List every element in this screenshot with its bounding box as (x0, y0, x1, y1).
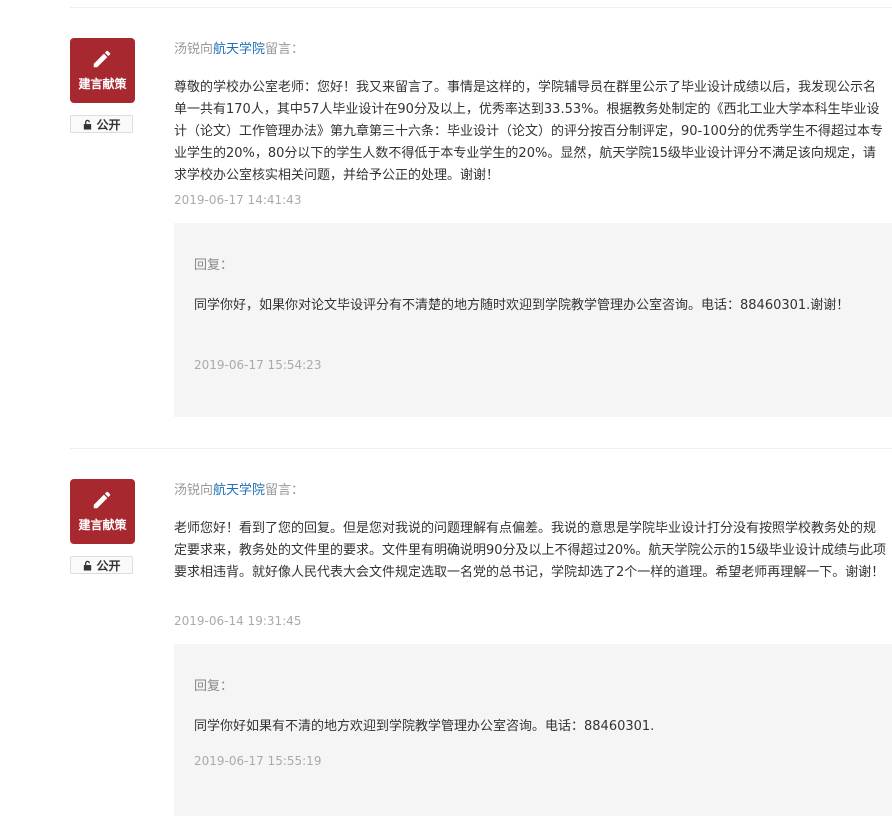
category-badge: 建言献策 (70, 38, 135, 103)
reply-box: 回复： 同学你好如果有不清的地方欢迎到学院教学管理办公室咨询。电话：884603… (174, 644, 892, 816)
message-header: 汤锐向航天学院留言： (174, 38, 304, 57)
header-suffix: 留言： (265, 42, 305, 57)
unlock-icon (84, 119, 92, 130)
pencil-icon (93, 50, 111, 68)
category-badge: 建言献策 (70, 479, 135, 544)
reply-label: 回复： (194, 679, 234, 694)
pencil-icon (93, 491, 111, 509)
reply-label: 回复： (194, 258, 234, 273)
college-link[interactable]: 航天学院 (213, 483, 265, 498)
visibility-label: 公开 (96, 117, 121, 132)
category-label: 建言献策 (78, 77, 127, 91)
visibility-badge: 公开 (70, 556, 133, 574)
message-header: 汤锐向航天学院留言： (174, 479, 304, 498)
reply-time: 2019-06-17 15:55:19 (194, 754, 322, 768)
author-name: 汤锐向 (174, 483, 214, 498)
reply-content: 同学你好，如果你对论文毕设评分有不清楚的地方随时欢迎到学院教学管理办公室咨询。电… (194, 298, 850, 313)
category-label: 建言献策 (78, 518, 127, 532)
message-divider (70, 448, 892, 449)
top-divider (70, 7, 892, 8)
author-name: 汤锐向 (174, 42, 214, 57)
visibility-badge: 公开 (70, 115, 133, 133)
reply-time: 2019-06-17 15:54:23 (194, 358, 322, 372)
message-content: 尊敬的学校办公室老师：您好！我又来留言了。事情是这样的，学院辅导员在群里公示了毕… (174, 80, 884, 183)
header-suffix: 留言： (265, 483, 305, 498)
message-content: 老师您好！看到了您的回复。但是您对我说的问题理解有点偏差。我说的意思是学院毕业设… (174, 521, 886, 580)
visibility-label: 公开 (96, 558, 121, 573)
reply-content: 同学你好如果有不清的地方欢迎到学院教学管理办公室咨询。电话：88460301. (194, 719, 655, 734)
unlock-icon (84, 560, 92, 571)
college-link[interactable]: 航天学院 (213, 42, 265, 57)
message-time: 2019-06-14 19:31:45 (174, 614, 302, 628)
message-time: 2019-06-17 14:41:43 (174, 193, 302, 207)
reply-box: 回复： 同学你好，如果你对论文毕设评分有不清楚的地方随时欢迎到学院教学管理办公室… (174, 223, 892, 417)
